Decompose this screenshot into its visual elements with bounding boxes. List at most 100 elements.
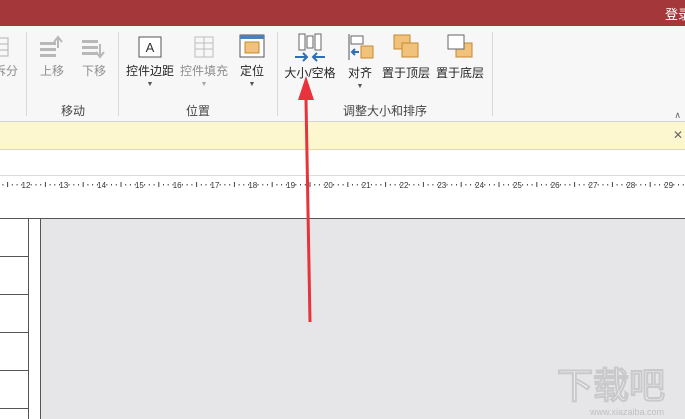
title-bar: 登录 bbox=[0, 0, 685, 26]
ruler-tick bbox=[522, 184, 524, 186]
collapse-ribbon-icon[interactable]: ∧ bbox=[674, 110, 681, 121]
ruler-tick bbox=[541, 184, 542, 186]
ruler-tick bbox=[111, 184, 112, 186]
control-margins-button[interactable]: A 控件边距 ▼ bbox=[124, 34, 176, 89]
ruler-tick bbox=[11, 184, 13, 186]
ruler-tick bbox=[309, 182, 311, 187]
size-space-button[interactable]: 大小/空格 bbox=[282, 32, 338, 81]
grid-line bbox=[0, 408, 28, 409]
ruler-number: 20 bbox=[324, 181, 333, 190]
ruler-tick bbox=[153, 184, 155, 186]
ruler-tick bbox=[356, 184, 358, 186]
ruler-tick bbox=[498, 182, 500, 187]
move-up-icon bbox=[40, 35, 63, 57]
ruler-tick bbox=[191, 184, 193, 186]
login-link[interactable]: 登录 bbox=[665, 4, 685, 23]
control-padding-icon bbox=[194, 36, 214, 58]
ruler-tick bbox=[318, 184, 320, 186]
control-margins-label: 控件边距 bbox=[125, 64, 174, 78]
ruler-tick bbox=[224, 184, 226, 186]
ruler-tick bbox=[92, 184, 94, 186]
ruler-tick bbox=[7, 182, 9, 187]
ruler-tick bbox=[465, 184, 467, 186]
ruler-tick bbox=[333, 184, 335, 186]
ruler-tick bbox=[375, 184, 377, 186]
grid-line bbox=[0, 332, 28, 333]
move-up-button[interactable]: 上移 bbox=[34, 34, 70, 79]
ruler-tick bbox=[616, 184, 618, 186]
align-icon bbox=[348, 34, 374, 60]
ruler-number: 24 bbox=[475, 181, 484, 190]
ruler-number: 12 bbox=[22, 181, 31, 190]
ribbon: 拆分 上移 下移 移动 A 控件边距 ▼ bbox=[0, 26, 685, 122]
size-space-label: 大小/空格 bbox=[284, 66, 336, 80]
ruler-tick bbox=[35, 184, 37, 186]
ruler-tick bbox=[16, 184, 18, 186]
control-padding-button[interactable]: 控件填充 ▼ bbox=[178, 34, 230, 89]
split-icon bbox=[0, 37, 9, 57]
ruler-number: 22 bbox=[400, 181, 409, 190]
ruler-tick bbox=[611, 182, 613, 187]
ruler-tick bbox=[413, 184, 415, 186]
ruler-tick bbox=[144, 184, 146, 186]
size-space-icon bbox=[295, 33, 325, 62]
ruler-tick bbox=[559, 184, 561, 186]
svg-text:A: A bbox=[146, 40, 155, 55]
ruler-number: 15 bbox=[135, 181, 144, 190]
ruler-tick bbox=[314, 184, 316, 186]
ruler-tick bbox=[659, 184, 661, 186]
watermark-text: 下载吧 bbox=[557, 366, 665, 407]
ruler-tick bbox=[422, 182, 424, 187]
control-padding-label: 控件填充 bbox=[179, 64, 228, 78]
anchoring-icon bbox=[239, 34, 265, 58]
ruler-tick bbox=[545, 184, 547, 186]
horizontal-ruler: 12 13 14 15 16 17 18 19 20 21 22 23 24 25 26 27 28 29 bbox=[0, 176, 685, 194]
ruler-tick bbox=[507, 184, 509, 186]
ruler-tick bbox=[418, 184, 420, 186]
ruler-tick bbox=[196, 182, 198, 187]
ruler-tick bbox=[300, 184, 301, 186]
group-label-size-order: 调整大小和排序 bbox=[342, 104, 427, 118]
separator bbox=[26, 32, 27, 116]
grid-line bbox=[0, 294, 28, 295]
ruler-tick bbox=[262, 184, 264, 186]
separator bbox=[277, 32, 278, 116]
anchoring-button[interactable]: 定位 ▼ bbox=[234, 32, 270, 89]
align-button[interactable]: 对齐 ▼ bbox=[342, 32, 378, 91]
ruler-tick bbox=[470, 184, 472, 186]
ruler-tick bbox=[205, 184, 207, 186]
move-down-button[interactable]: 下移 bbox=[76, 34, 112, 79]
ruler-tick bbox=[347, 182, 349, 187]
anchoring-label: 定位 bbox=[239, 64, 264, 78]
ruler-tick bbox=[408, 184, 410, 186]
split-label: 拆分 bbox=[0, 64, 18, 78]
ruler-number: 27 bbox=[589, 181, 598, 190]
ruler-tick bbox=[229, 184, 231, 186]
ruler-tick bbox=[200, 184, 202, 186]
group-label-move: 移动 bbox=[60, 104, 85, 118]
ruler-tick bbox=[456, 184, 457, 186]
ruler-tick bbox=[271, 182, 273, 187]
ruler-tick bbox=[536, 182, 538, 187]
ruler-tick bbox=[385, 182, 387, 187]
watermark-url: www.xiazaiba.com bbox=[589, 407, 664, 417]
split-button[interactable]: 拆分 bbox=[0, 34, 18, 79]
send-to-back-label: 置于底层 bbox=[435, 66, 484, 80]
ruler-tick bbox=[2, 184, 4, 186]
close-message-icon[interactable]: ✕ bbox=[673, 128, 683, 142]
chevron-down-icon: ▼ bbox=[356, 83, 364, 90]
chevron-down-icon: ▼ bbox=[248, 81, 256, 88]
ruler-tick bbox=[460, 182, 462, 187]
ruler-tick bbox=[564, 184, 566, 186]
bring-to-front-button[interactable]: 置于顶层 bbox=[380, 32, 432, 81]
ruler-tick bbox=[389, 184, 391, 186]
ruler-tick bbox=[645, 184, 646, 186]
ruler-tick bbox=[583, 184, 585, 186]
ruler-tick bbox=[526, 184, 528, 186]
separator bbox=[492, 32, 493, 116]
ruler-tick bbox=[30, 184, 32, 186]
bring-to-front-icon bbox=[393, 34, 419, 58]
ruler-tick bbox=[493, 184, 495, 186]
ruler-tick bbox=[295, 184, 297, 186]
send-to-back-button[interactable]: 置于底层 bbox=[434, 32, 486, 81]
